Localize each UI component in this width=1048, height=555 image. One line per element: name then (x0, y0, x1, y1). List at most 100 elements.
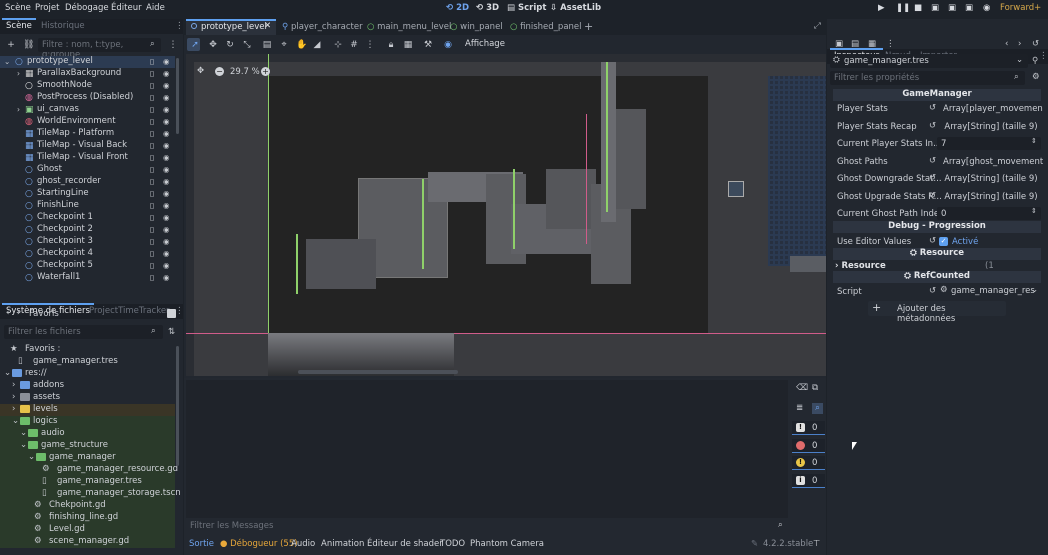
visibility-eye-icon[interactable]: ◉ (163, 249, 170, 258)
split-mode-icon[interactable] (167, 309, 176, 318)
spinner-icon[interactable]: ⇕ (1031, 207, 1037, 215)
tab-audio[interactable]: Audio (291, 539, 315, 549)
revert-icon[interactable]: ↺ (929, 173, 936, 183)
movie-maker-icon[interactable]: ◉ (983, 3, 990, 13)
tab-debugger[interactable]: ● Débogueur (55) (220, 539, 298, 549)
visibility-eye-icon[interactable]: ◉ (163, 93, 170, 102)
center-view-icon[interactable]: ✥ (197, 66, 204, 76)
scene-node-checkpoint-3[interactable]: ○ Checkpoint 3 ◉ ▯ (0, 236, 175, 248)
visibility-eye-icon[interactable]: ◉ (163, 273, 170, 282)
scene-node-checkpoint-1[interactable]: ○ Checkpoint 1 ◉ ▯ (0, 212, 175, 224)
script-attached-icon[interactable]: ▯ (150, 93, 154, 102)
zoom-in-button[interactable]: + (261, 67, 270, 76)
fs-item-finishing-line-gd[interactable]: ⚙ finishing_line.gd (0, 512, 175, 524)
visibility-eye-icon[interactable]: ◉ (163, 141, 170, 150)
resource-menu-icon[interactable]: ⋮ (886, 39, 895, 49)
new-resource-icon[interactable]: ▣ (835, 39, 843, 49)
scene-node-tilemap-visual-back[interactable]: ▦ TileMap - Visual Back ◉ ▯ (0, 140, 175, 152)
grid-snap-icon[interactable]: # (349, 40, 359, 50)
tab-scene[interactable]: Scène (2, 18, 36, 31)
scene-node-postprocess-disabled[interactable]: ◍ PostProcess (Disabled) ◉ ▯ (0, 92, 175, 104)
tab-phantom-camera[interactable]: Phantom Camera (470, 539, 544, 549)
spinner-icon[interactable]: ⇕ (1031, 137, 1037, 145)
menu-help[interactable]: Aide (146, 3, 165, 13)
script-attached-icon[interactable]: ▯ (150, 117, 154, 126)
dock-menu-icon[interactable]: ⋮ (175, 21, 184, 31)
revert-icon[interactable]: ↺ (929, 236, 936, 246)
lock-icon[interactable]: 🔒︎ (386, 40, 396, 50)
script-attached-icon[interactable]: ▯ (150, 69, 154, 78)
script-attached-icon[interactable]: ▯ (150, 177, 154, 186)
pivot-icon[interactable]: ⌖ (279, 40, 289, 50)
add-scene-tab-button[interactable]: + (584, 20, 593, 33)
stop-icon[interactable]: ■ (914, 3, 922, 13)
play-custom-icon[interactable]: ▣ (965, 3, 973, 13)
scene-node-ghost[interactable]: ○ Ghost ◉ ▯ (0, 164, 175, 176)
visibility-eye-icon[interactable]: ◉ (163, 213, 170, 222)
script-attached-icon[interactable]: ▯ (150, 237, 154, 246)
error-counter[interactable]: ! 0 (792, 421, 825, 435)
scene-node-checkpoint-2[interactable]: ○ Checkpoint 2 ◉ ▯ (0, 224, 175, 236)
wrap-icon[interactable]: ≣ (796, 403, 803, 413)
prop-value[interactable]: Array[String] (taille 9) (939, 190, 1043, 203)
tab-shader-editor[interactable]: Éditeur de shader (367, 539, 443, 549)
scene-tab-player-character[interactable]: ⚲ player_character (282, 22, 363, 32)
revert-icon[interactable]: ↺ (929, 191, 936, 201)
workspace-2d[interactable]: ⟲ 2D (446, 3, 469, 13)
folder-arrow-icon[interactable]: › (12, 392, 15, 402)
visibility-eye-icon[interactable]: ◉ (163, 81, 170, 90)
scene-tab-main-menu-level[interactable]: ○ main_menu_level (367, 22, 451, 32)
folder-arrow-icon[interactable]: ⌄ (28, 452, 35, 462)
folder-arrow-icon[interactable]: › (12, 380, 15, 390)
scene-node-finishline[interactable]: ○ FinishLine ◉ ▯ (0, 200, 175, 212)
scene-node-tilemap-platform[interactable]: ▦ TileMap - Platform ◉ ▯ (0, 128, 175, 140)
fs-filter-input[interactable]: Filtrer les fichiers (8, 327, 81, 337)
tab-animation[interactable]: Animation (321, 539, 364, 549)
add-metadata-button[interactable]: + Ajouter des métadonnées (868, 301, 1006, 324)
view-icon[interactable]: ◉ (443, 40, 453, 50)
property-filter-input[interactable]: Filtrer les propriétés (834, 73, 919, 83)
zoom-level[interactable]: 29.7 % (230, 67, 260, 77)
fs-item-game-manager-resource-gd[interactable]: ⚙ game_manager_resource.gd (0, 464, 178, 476)
scene-node-checkpoint-4[interactable]: ○ Checkpoint 4 ◉ ▯ (0, 248, 175, 260)
menu-scene[interactable]: Scène (5, 3, 31, 13)
message-filter-input[interactable]: Filtrer les Messages (190, 521, 273, 531)
scene-node-parallaxbackground[interactable]: › ▦ ParallaxBackground ◉ ▯ (0, 68, 175, 80)
expand-arrow-icon[interactable]: › (17, 105, 20, 114)
script-attached-icon[interactable]: ▯ (150, 105, 154, 114)
fs-item-addons[interactable]: › addons (0, 380, 175, 392)
prop-value[interactable]: 0 (937, 207, 1041, 220)
revert-icon[interactable]: ↺ (929, 121, 936, 131)
visibility-eye-icon[interactable]: ◉ (163, 225, 170, 234)
more-icon[interactable]: ⋮ (365, 40, 375, 50)
viewport-scrollbar[interactable] (298, 370, 458, 374)
bone-icon[interactable]: ⚒ (423, 40, 433, 50)
script-attached-icon[interactable]: ▯ (150, 189, 154, 198)
play-scene-icon[interactable]: ▣ (948, 3, 956, 13)
move-icon[interactable]: ✥ (208, 40, 218, 50)
close-tab-icon[interactable]: ✕ (264, 21, 271, 31)
menu-editor[interactable]: Éditeur (111, 3, 142, 13)
history-icon[interactable]: ↺ (1032, 39, 1039, 49)
scene-tab-win-panel[interactable]: ○ win_panel (450, 22, 503, 32)
renderer-select[interactable]: Forward+ (1000, 3, 1041, 13)
fs-item-audio[interactable]: ⌄ audio (0, 428, 175, 440)
select-icon[interactable]: ➚ (190, 40, 200, 50)
fs-item-res[interactable]: ⌄ res:// (0, 368, 175, 380)
pin-panel-icon[interactable]: ⊤ (813, 539, 820, 549)
scene-tab-prototype-level[interactable]: prototype_level ✕ (186, 19, 276, 35)
prop-value[interactable]: 7 (937, 137, 1041, 150)
back-icon[interactable]: ‹ (6, 308, 9, 318)
scene-tab-finished-panel[interactable]: ○ finished_panel (510, 22, 582, 32)
object-menu-icon[interactable]: ⚲ (1032, 56, 1038, 66)
pause-icon[interactable]: ❚❚ (896, 3, 910, 13)
visibility-eye-icon[interactable]: ◉ (163, 57, 170, 66)
fs-item-game-manager-tres[interactable]: ▯ game_manager.tres (0, 476, 175, 488)
tab-history[interactable]: Historique (41, 21, 85, 31)
tab-output[interactable]: Sortie (189, 539, 214, 549)
play-icon[interactable]: ▶ (878, 3, 885, 13)
fs-item-game-manager[interactable]: ⌄ game_manager (0, 452, 175, 464)
save-resource-icon[interactable]: ▦ (868, 39, 876, 49)
script-attached-icon[interactable]: ▯ (150, 201, 154, 210)
script-attached-icon[interactable]: ▯ (150, 129, 154, 138)
